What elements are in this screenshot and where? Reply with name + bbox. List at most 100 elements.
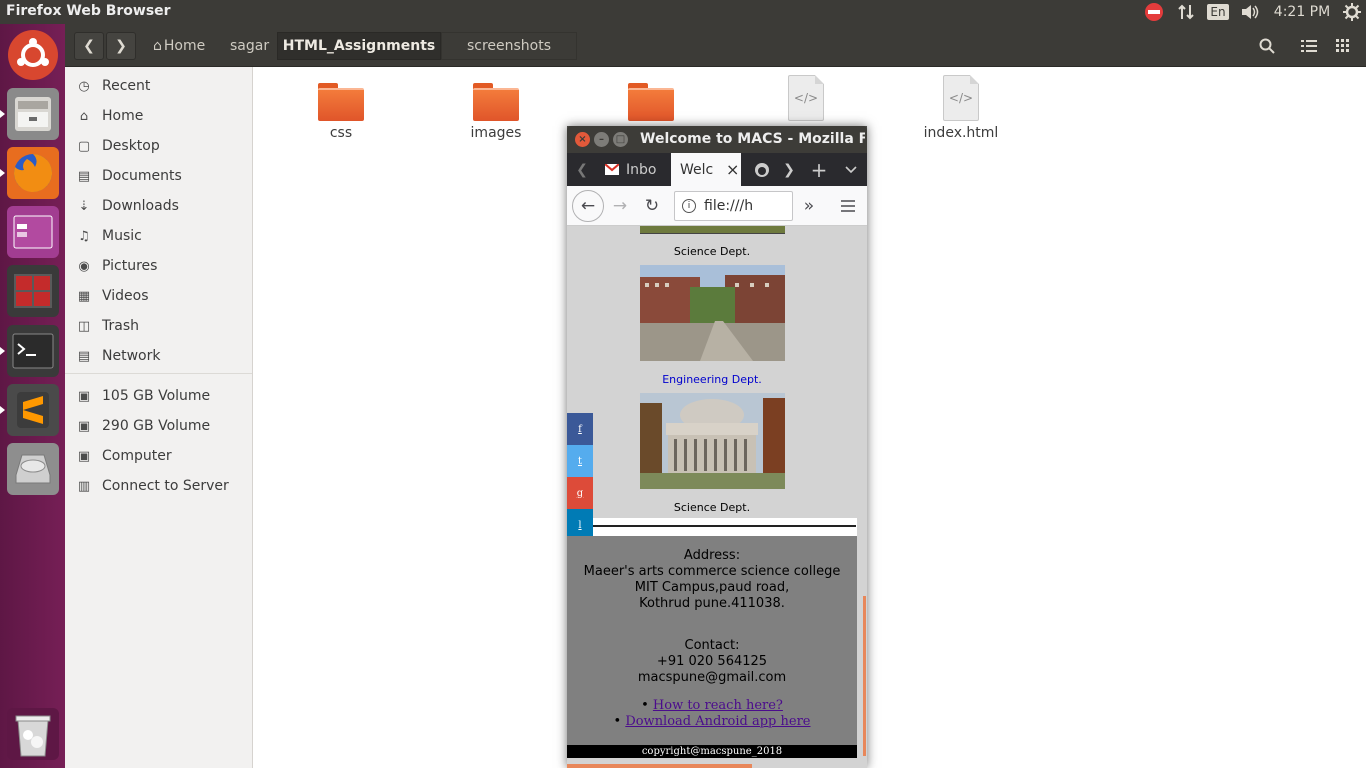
tab-gmail[interactable]: Inbo: [597, 153, 669, 186]
address-line-1: Maeer's arts commerce science college: [583, 564, 841, 579]
folder-item[interactable]: [591, 83, 711, 125]
computer-icon: ▣: [77, 448, 91, 464]
code-file-icon: </>: [943, 75, 979, 121]
photo-viewer-icon[interactable]: [7, 206, 59, 258]
footer-link-list: • How to reach here? • Download Android …: [567, 698, 857, 730]
download-icon: ⇣: [78, 198, 90, 214]
twitter-share-button[interactable]: t: [567, 445, 593, 477]
breadcrumb-current[interactable]: HTML_Assignments: [277, 32, 441, 60]
google-share-button[interactable]: g: [567, 477, 593, 509]
breadcrumb-sagar[interactable]: sagar: [224, 32, 275, 60]
horizontal-rule: [593, 525, 856, 527]
hamburger-menu-icon: [841, 200, 855, 212]
file-index-html[interactable]: </> index.html: [901, 75, 1021, 141]
reload-icon: ↻: [644, 196, 660, 216]
menu-grid-button[interactable]: [1328, 32, 1358, 60]
download-app-link[interactable]: Download Android app here: [625, 714, 810, 729]
disks-icon[interactable]: [7, 443, 59, 495]
sidebar-item-downloads[interactable]: ⇣ Downloads: [75, 194, 179, 218]
firefox-icon[interactable]: [0, 147, 59, 199]
list-view-button[interactable]: [1294, 32, 1324, 60]
sidebar-item-home[interactable]: ⌂ Home: [75, 104, 143, 128]
tab-strip: ❮ Inbo Welc × ❯ +: [567, 153, 867, 186]
vertical-scrollbar[interactable]: [857, 226, 867, 768]
chevron-left-icon: ❮: [83, 38, 95, 54]
address-line-2: MIT Campus,paud road,: [634, 580, 790, 595]
sidebar-item-videos[interactable]: ▦ Videos: [75, 284, 149, 308]
maximize-icon: □: [615, 134, 626, 145]
files-app-icon[interactable]: [0, 88, 59, 140]
sidebar-item-connect-to-server[interactable]: ▥ Connect to Server: [75, 474, 229, 498]
workspace-switcher-icon[interactable]: [7, 265, 59, 317]
how-to-reach-link[interactable]: How to reach here?: [653, 698, 783, 713]
hamburger-menu-button[interactable]: [834, 192, 862, 220]
sidebar-item-pictures[interactable]: ◉ Pictures: [75, 254, 157, 278]
new-tab-button[interactable]: +: [807, 153, 831, 186]
folder-css[interactable]: css: [281, 83, 401, 141]
volume-icon[interactable]: [1238, 0, 1262, 24]
list-all-tabs-button[interactable]: [839, 153, 863, 186]
science-building-photo: [640, 393, 785, 489]
chevron-right-icon: ❯: [783, 161, 795, 178]
tab-scroll-right-button[interactable]: ❯: [781, 153, 797, 186]
arrow-left-icon: ←: [580, 196, 596, 216]
files-headerbar: ❮ ❯ ⌂ Home sagar HTML_Assignments screens…: [65, 24, 1366, 67]
scrollbar-thumb[interactable]: [863, 596, 866, 756]
back-button[interactable]: ❮: [74, 32, 104, 60]
tab-scroll-left-button[interactable]: ❮: [573, 153, 591, 186]
list-view-icon: [1301, 40, 1317, 52]
breadcrumb-screenshots[interactable]: screenshots: [441, 32, 577, 60]
sidebar-item-105gb-volume[interactable]: ▣ 105 GB Volume: [75, 384, 210, 408]
network-icon: ▤: [77, 348, 91, 364]
maximize-window-button[interactable]: □: [613, 132, 628, 147]
drive-icon: ▣: [77, 388, 91, 404]
sidebar-item-music[interactable]: ♫ Music: [75, 224, 142, 248]
address-line-3: Kothrud pune.411038.: [639, 596, 785, 611]
sublime-text-icon[interactable]: [0, 384, 59, 436]
overflow-toolbar-button[interactable]: »: [795, 192, 823, 220]
caption-science-dept-2: Science Dept.: [673, 501, 751, 514]
sidebar-item-trash[interactable]: ◫ Trash: [75, 314, 139, 338]
trash-launcher-icon[interactable]: [7, 708, 59, 760]
tab-close-icon[interactable]: ×: [726, 160, 739, 179]
network-updown-icon[interactable]: [1174, 0, 1198, 24]
sidebar-item-290gb-volume[interactable]: ▣ 290 GB Volume: [75, 414, 210, 438]
sidebar-item-desktop[interactable]: ▢ Desktop: [75, 134, 160, 158]
settings-gear-icon[interactable]: [1340, 0, 1364, 24]
film-icon: ▦: [77, 288, 91, 304]
minimize-icon: –: [599, 134, 604, 145]
sidebar-item-documents[interactable]: ▤ Documents: [75, 164, 182, 188]
breadcrumb-home[interactable]: ⌂ Home: [147, 32, 211, 60]
back-button[interactable]: ←: [572, 190, 604, 222]
minimize-window-button[interactable]: –: [594, 132, 609, 147]
tab-github[interactable]: [747, 153, 777, 186]
folder-icon: [473, 83, 519, 121]
close-window-button[interactable]: ×: [575, 132, 590, 147]
code-file-item[interactable]: </>: [746, 75, 866, 125]
chevron-right-icon: ❯: [115, 38, 127, 54]
clock[interactable]: 4:21 PM: [1272, 0, 1332, 24]
clock-icon: ◷: [78, 78, 90, 94]
terminal-icon[interactable]: [0, 325, 59, 377]
search-button[interactable]: [1252, 32, 1282, 60]
reload-button[interactable]: ↻: [638, 192, 666, 220]
sidebar-item-network[interactable]: ▤ Network: [75, 344, 161, 368]
tab-active[interactable]: Welc ×: [671, 153, 741, 186]
forward-button[interactable]: →: [606, 192, 634, 220]
address-heading: Address:: [683, 548, 741, 563]
url-bar[interactable]: i file:///h: [674, 191, 793, 221]
sidebar-item-recent[interactable]: ◷ Recent: [75, 74, 150, 98]
contact-phone: +91 020 564125: [656, 654, 768, 669]
keyboard-language-indicator[interactable]: En: [1207, 0, 1229, 24]
sidebar-item-computer[interactable]: ▣ Computer: [75, 444, 172, 468]
no-entry-icon[interactable]: [1142, 0, 1166, 24]
navigation-toolbar: ← → ↻ i file:///h »: [567, 186, 867, 226]
horizontal-scrollbar-thumb[interactable]: [567, 764, 752, 768]
folder-images[interactable]: images: [436, 83, 556, 141]
facebook-share-button[interactable]: f: [567, 413, 593, 445]
forward-button[interactable]: ❯: [106, 32, 136, 60]
page-footer: Address: Maeer's arts commerce science c…: [567, 536, 857, 758]
info-icon[interactable]: i: [682, 199, 696, 213]
ubuntu-dash-icon[interactable]: [8, 30, 58, 80]
firefox-titlebar[interactable]: × – □ Welcome to MACS - Mozilla Fi: [567, 126, 867, 153]
